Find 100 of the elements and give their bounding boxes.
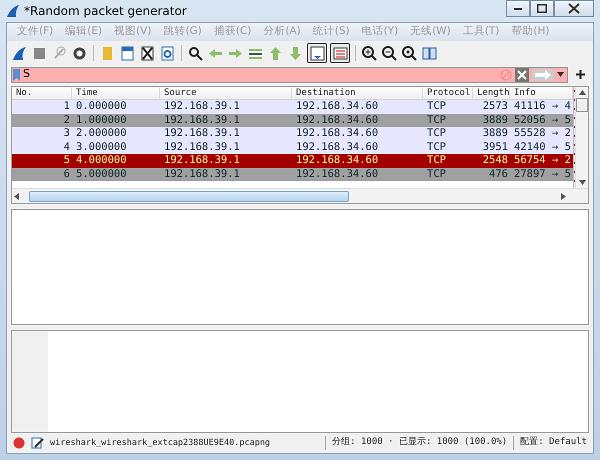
packet-cell-text: 192.168.39.1 — [163, 140, 241, 154]
search-icon — [187, 44, 204, 62]
column-header[interactable]: No. — [12, 87, 72, 99]
packet-cell-text: TCP — [426, 140, 447, 154]
packet-cell-text: 41116 → 4 — [513, 100, 572, 114]
maximize-button[interactable] — [530, 0, 554, 17]
scroll-down-icon[interactable] — [578, 180, 586, 185]
packet-cell-text: 4 — [62, 140, 71, 154]
scroll-right-icon[interactable] — [561, 192, 566, 200]
packet-cell-text: 192.168.34.60 — [295, 154, 380, 168]
packet-row[interactable]: 6 5.000000 192.168.39.1 192.168.34.60 TCP 476 27897 → 5 — [12, 168, 573, 181]
column-header[interactable]: Protocol — [423, 87, 473, 99]
minimize-button[interactable] — [506, 0, 530, 17]
packet-row[interactable]: 2 1.000000 192.168.39.1 192.168.34.60 TCP 3889 52056 → 5 — [12, 114, 573, 127]
packet-cell-text: 1 — [62, 100, 71, 114]
packet-cell-text: 192.168.34.60 — [295, 100, 380, 114]
column-header[interactable]: Destination — [292, 87, 423, 99]
profile-label[interactable]: 配置: Default — [520, 436, 587, 450]
packet-cell-text: 2548 — [482, 154, 509, 168]
document-icon — [119, 44, 136, 62]
packet-cell-text: 6 — [62, 168, 71, 181]
scroll-thumb[interactable] — [576, 98, 588, 112]
packet-cell-text: TCP — [426, 127, 447, 140]
toolbar-button[interactable] — [187, 44, 204, 62]
close-file-icon — [139, 44, 156, 62]
packet-row[interactable]: 3 2.000000 192.168.39.1 192.168.34.60 TCP 3889 55528 → 2 — [12, 127, 573, 140]
packet-cell-text: 27897 → 5 — [513, 168, 572, 181]
packet-cell-text: 55528 → 2 — [513, 127, 572, 140]
packet-count: 分组: 1000 · 已显示: 1000 (100.0%) — [332, 436, 508, 450]
maximize-icon — [537, 4, 547, 13]
packet-cell-text: 192.168.39.1 — [163, 114, 241, 127]
shark-fin-icon — [11, 44, 28, 62]
packet-cell-text: 3889 — [482, 114, 509, 127]
clear-icon[interactable] — [515, 68, 529, 82]
packet-cell-text: 192.168.39.1 — [163, 154, 241, 168]
packet-cell-text: 3951 — [482, 140, 509, 154]
packet-cell-text: TCP — [426, 154, 447, 168]
packet-cell-text: 1.000000 — [75, 114, 128, 127]
status-dot-icon — [13, 437, 25, 449]
zoom-out-icon — [381, 44, 398, 62]
packet-cell-text: 192.168.34.60 — [295, 140, 380, 154]
packet-cell-text: 192.168.39.1 — [163, 168, 241, 181]
packet-cell-text: 0.000000 — [75, 100, 128, 114]
packet-cell-text: 2.000000 — [75, 127, 128, 140]
edit-comment-icon[interactable] — [31, 437, 44, 449]
vertical-scrollbar[interactable] — [575, 87, 588, 188]
packet-cell-text: 476 — [488, 168, 509, 181]
arrow-up-icon — [267, 44, 284, 62]
packet-cell-text: 192.168.39.1 — [163, 100, 241, 114]
cancel-icon — [500, 68, 512, 80]
packet-row[interactable]: 1 0.000000 192.168.39.1 192.168.34.60 TCP 2573 41116 → 4 — [12, 100, 573, 114]
column-header[interactable]: Source — [160, 87, 292, 99]
packet-cell-text: 3 — [62, 127, 71, 140]
column-header[interactable]: Time — [72, 87, 160, 99]
minimize-icon — [514, 8, 522, 10]
bookmark-icon — [12, 68, 21, 82]
scroll-left-icon[interactable] — [14, 192, 19, 200]
packet-row[interactable]: 4 3.000000 192.168.39.1 192.168.34.60 TCP 3951 42140 → 5 — [12, 140, 573, 154]
column-header[interactable]: Length — [473, 87, 510, 99]
packet-cell-text: 3889 — [482, 127, 509, 140]
toolbar-button[interactable] — [381, 44, 398, 62]
dropdown-caret-icon[interactable] — [557, 72, 564, 77]
arrow-down-icon — [287, 44, 304, 62]
packet-cell-text: 42140 → 5 — [513, 140, 572, 154]
packet-cell-text: 192.168.34.60 — [295, 168, 380, 181]
toolbar-button[interactable] — [421, 44, 438, 62]
packet-cell-text: TCP — [426, 114, 447, 127]
resize-columns-icon — [421, 44, 438, 62]
filter-input[interactable]: S — [21, 68, 500, 82]
packet-cell-text: 192.168.39.1 — [163, 127, 241, 140]
toolbar-button[interactable] — [330, 43, 350, 63]
packet-cell-text: 56754 → 2 — [513, 154, 572, 168]
scroll-thumb[interactable] — [29, 190, 349, 202]
toolbar-button[interactable] — [139, 44, 156, 62]
zoom-reset-icon — [401, 44, 418, 62]
close-icon — [568, 3, 580, 14]
plus-icon — [576, 70, 585, 79]
toolbar-button[interactable] — [307, 43, 327, 63]
toolbar-button[interactable] — [361, 44, 378, 62]
packet-cell-text: 52056 → 5 — [513, 114, 572, 127]
window-title: *Random packet generator — [24, 3, 187, 20]
packet-cell-text: TCP — [426, 100, 447, 114]
shark-fin-icon — [6, 4, 20, 18]
zoom-in-icon — [361, 44, 378, 62]
packet-cell-text: 5.000000 — [75, 168, 128, 181]
packet-row[interactable]: 5 4.000000 192.168.39.1 192.168.34.60 TCP 2548 56754 → 2 — [12, 154, 573, 168]
display-filter-field[interactable]: S — [11, 66, 568, 82]
packet-cell-text: TCP — [426, 168, 447, 181]
close-button[interactable] — [554, 0, 594, 17]
packet-cell-text: 2 — [62, 114, 71, 127]
packet-cell-text: 5 — [62, 154, 71, 168]
packet-cell-text: 192.168.34.60 — [295, 127, 380, 140]
packet-cell-text: 192.168.34.60 — [295, 114, 380, 127]
capture-file-name: wireshark_wireshark_extcap2388UE9E40.pcapng — [50, 436, 272, 450]
packet-cell-text: 2573 — [482, 100, 509, 114]
horizontal-scrollbar[interactable] — [12, 188, 588, 203]
scroll-up-icon[interactable] — [578, 90, 586, 95]
packet-cell-text: 3.000000 — [75, 140, 128, 154]
packet-cell-text: 4.000000 — [75, 154, 128, 168]
toolbar-button[interactable] — [401, 44, 418, 62]
